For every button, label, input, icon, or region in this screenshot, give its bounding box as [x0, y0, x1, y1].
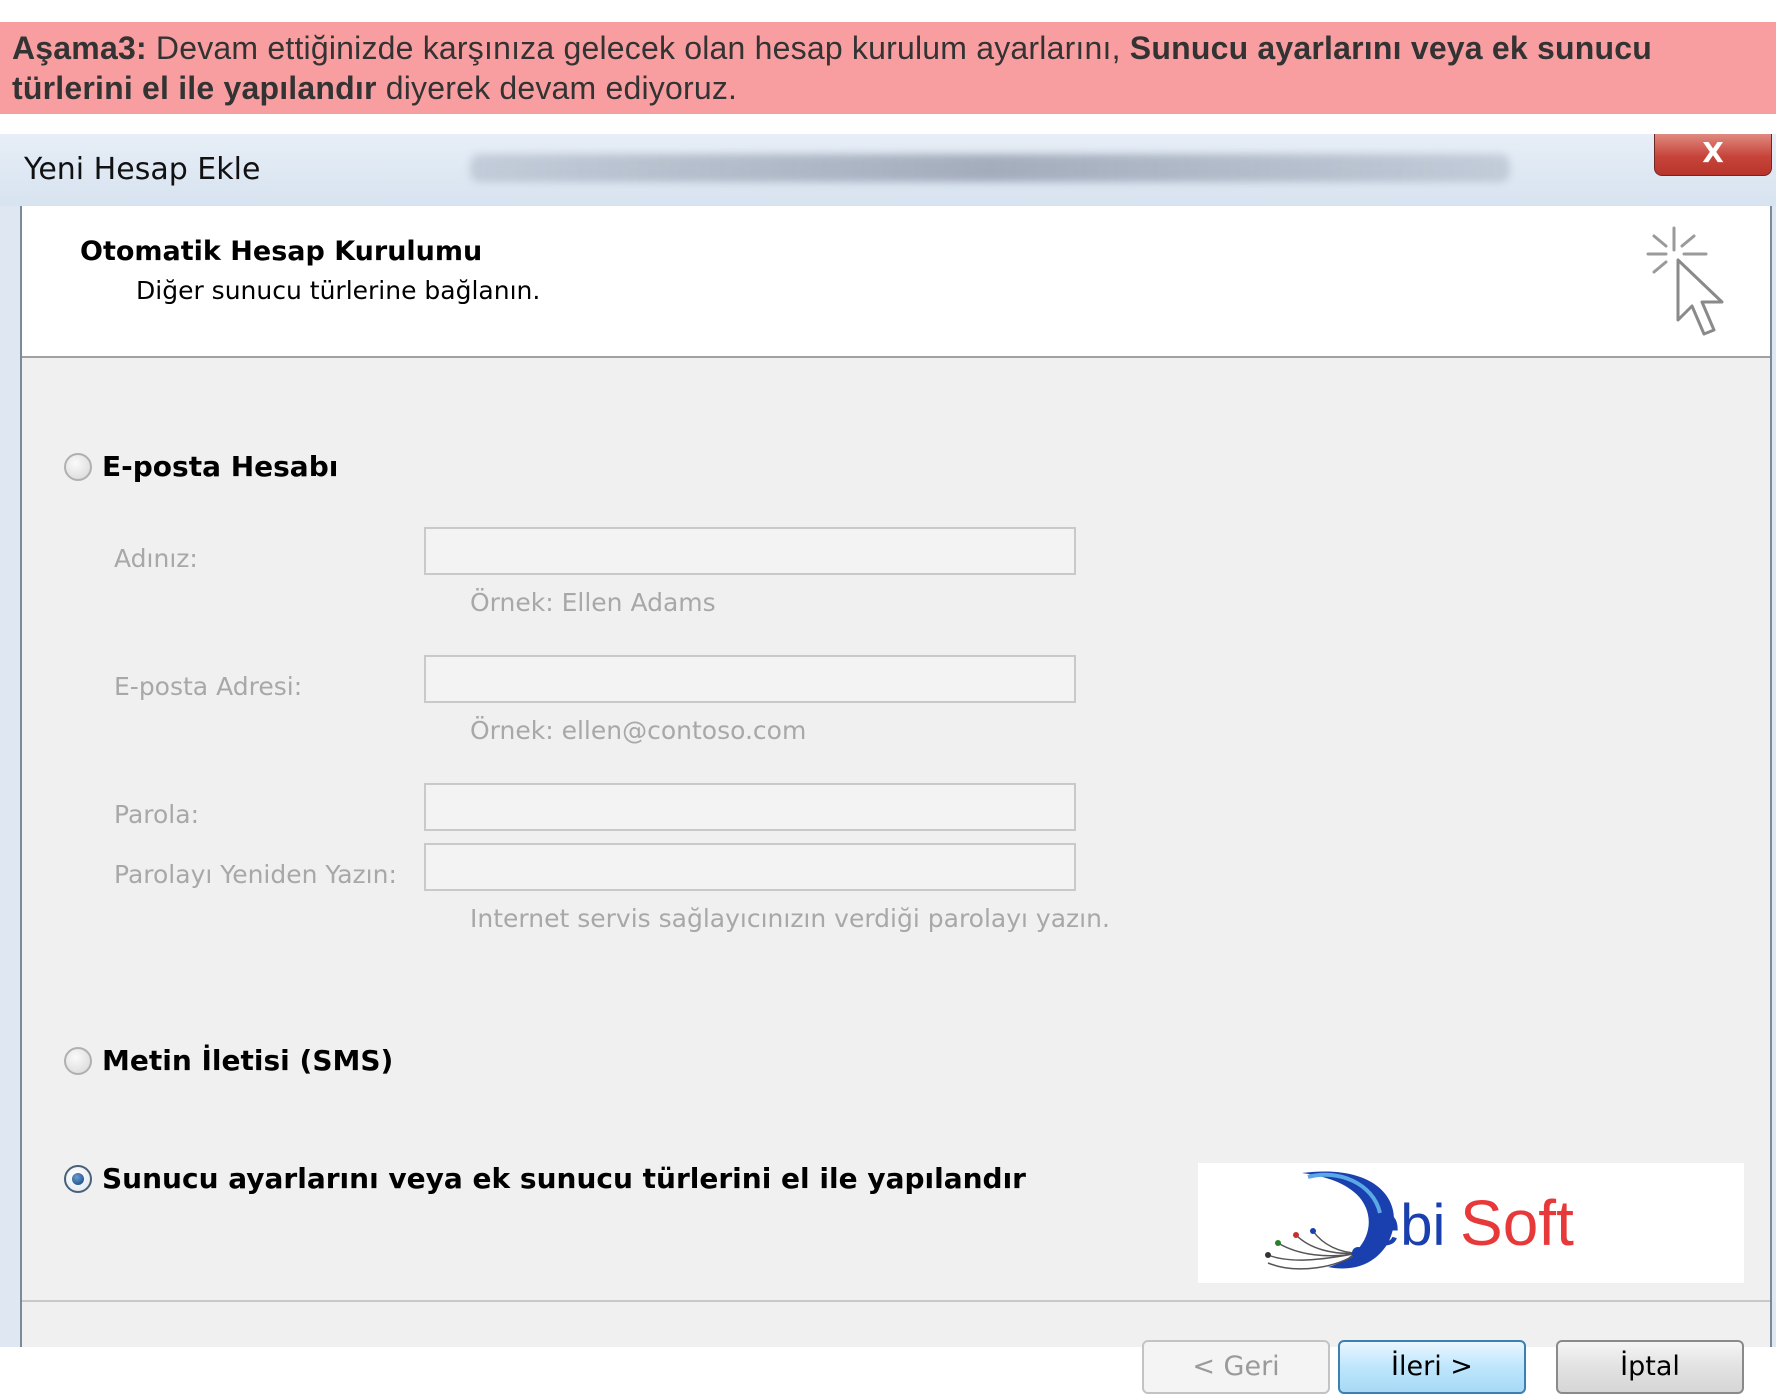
back-button[interactable]: < Geri [1142, 1340, 1330, 1394]
banner-step: Aşama3: [12, 30, 147, 66]
close-button[interactable]: X [1654, 134, 1772, 176]
password-confirm-label: Parolayı Yeniden Yazın: [114, 860, 397, 889]
email-address-input[interactable] [424, 655, 1076, 703]
logo-text-ebi: ebi [1368, 1193, 1445, 1258]
dialog-header: Otomatik Hesap Kurulumu Diğer sunucu tür… [22, 206, 1770, 358]
cancel-button[interactable]: İptal [1556, 1340, 1744, 1394]
password-hint: Internet servis sağlayıcınızın verdiği p… [470, 904, 1110, 933]
email-account-label: E-posta Hesabı [102, 450, 339, 483]
password-confirm-input[interactable] [424, 843, 1076, 891]
title-bar[interactable]: Yeni Hesap Ekle X [0, 134, 1776, 206]
name-input[interactable] [424, 527, 1076, 575]
manual-config-label: Sunucu ayarlarını veya ek sunucu türleri… [102, 1162, 1026, 1195]
email-account-option[interactable]: E-posta Hesabı [64, 450, 338, 483]
email-address-hint: Örnek: ellen@contoso.com [470, 716, 807, 745]
sms-label: Metin İletisi (SMS) [102, 1044, 394, 1077]
password-input[interactable] [424, 783, 1076, 831]
cursor-click-icon [1646, 226, 1724, 336]
sms-radio[interactable] [64, 1046, 92, 1075]
manual-config-option[interactable]: Sunucu ayarlarını veya ek sunucu türleri… [64, 1162, 1026, 1195]
instruction-banner: Aşama3: Devam ettiğinizde karşınıza gele… [0, 22, 1776, 114]
banner-text-before: Devam ettiğinizde karşınıza gelecek olan… [146, 30, 1130, 66]
name-hint: Örnek: Ellen Adams [470, 588, 716, 617]
header-subtitle: Diğer sunucu türlerine bağlanın. [136, 276, 541, 305]
next-button[interactable]: İleri > [1338, 1340, 1526, 1394]
sms-option[interactable]: Metin İletisi (SMS) [64, 1044, 393, 1077]
password-label: Parola: [114, 800, 199, 829]
banner-text-after: diyerek devam ediyoruz. [376, 70, 738, 106]
debisoft-logo: ebi Soft [1198, 1163, 1744, 1283]
logo-text-soft: Soft [1460, 1187, 1574, 1259]
email-account-radio[interactable] [64, 452, 92, 481]
name-label: Adınız: [114, 544, 198, 573]
email-address-label: E-posta Adresi: [114, 672, 303, 701]
window-title: Yeni Hesap Ekle [24, 152, 261, 187]
add-account-window: Yeni Hesap Ekle X Otomatik Hesap Kurulum… [0, 134, 1776, 1394]
header-title: Otomatik Hesap Kurulumu [80, 236, 483, 267]
dialog-body: Otomatik Hesap Kurulumu Diğer sunucu tür… [20, 206, 1772, 1394]
blurred-background-text [470, 154, 1510, 182]
footer-divider [22, 1300, 1770, 1302]
manual-config-radio[interactable] [64, 1164, 92, 1193]
